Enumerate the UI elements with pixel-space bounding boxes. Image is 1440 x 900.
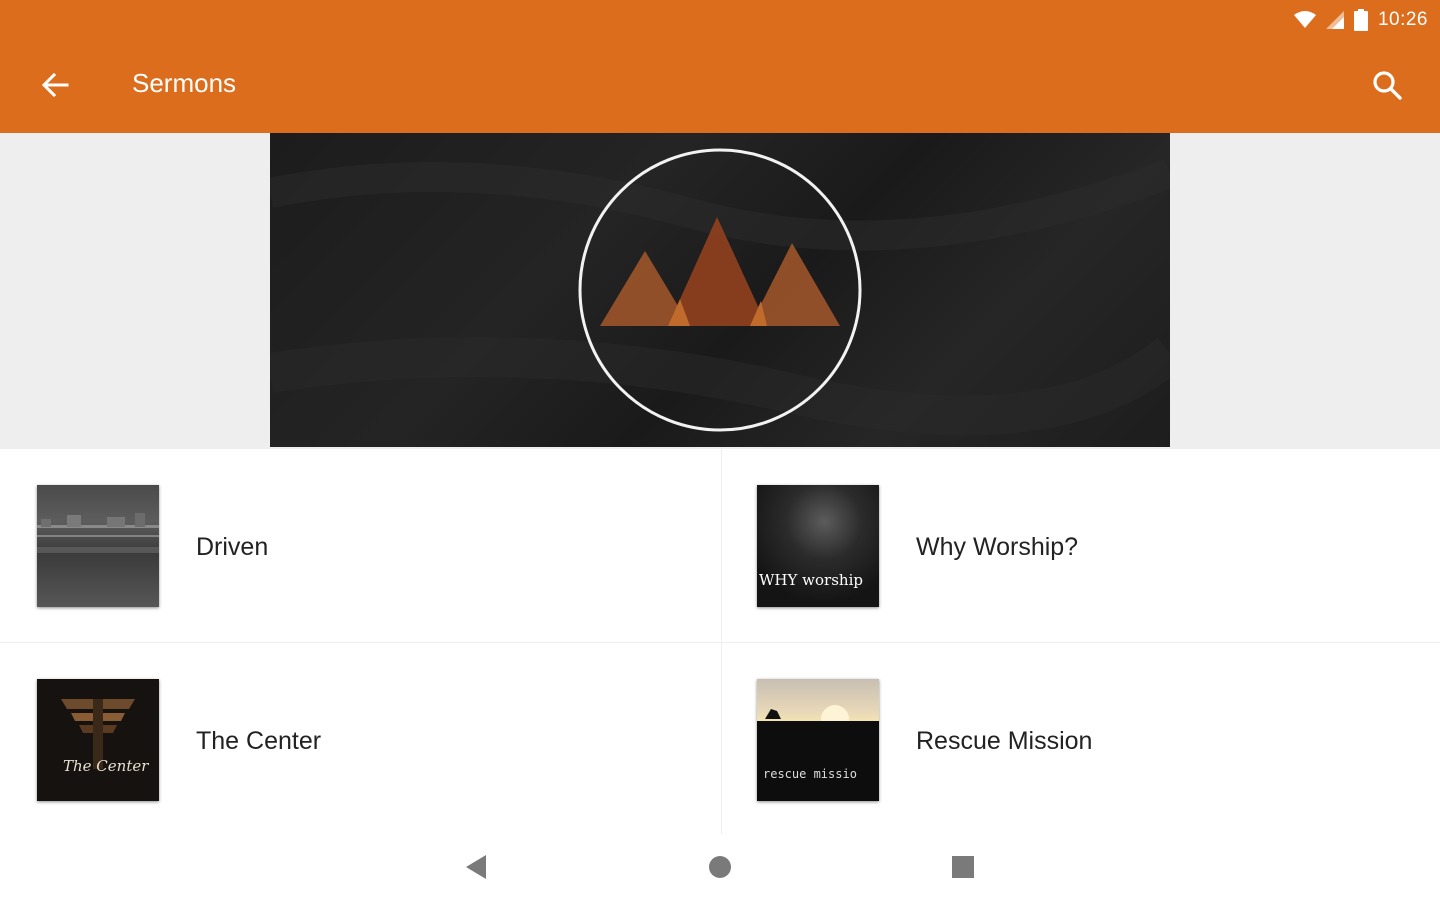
back-triangle-icon bbox=[466, 855, 486, 879]
system-nav-bar bbox=[0, 834, 1440, 900]
sermon-title: The Center bbox=[196, 727, 322, 755]
home-circle-icon bbox=[709, 856, 731, 878]
sermon-tile-why-worship[interactable]: WHY worship Why Worship? bbox=[720, 449, 1440, 642]
battery-icon bbox=[1353, 9, 1368, 31]
sermon-tile-driven[interactable]: Driven bbox=[0, 449, 720, 642]
toolbar: Sermons bbox=[0, 50, 1440, 120]
nav-back-button[interactable] bbox=[459, 850, 493, 884]
recents-square-icon bbox=[952, 856, 974, 878]
search-icon bbox=[1373, 71, 1402, 100]
back-button[interactable] bbox=[32, 62, 78, 108]
arrow-left-icon bbox=[41, 72, 69, 98]
skyline-image bbox=[37, 513, 159, 553]
sermon-thumbnail bbox=[37, 485, 159, 607]
thumbnail-caption: The Center bbox=[63, 757, 149, 775]
sermon-tile-rescue-mission[interactable]: rescue missio Rescue Mission bbox=[720, 643, 1440, 836]
thumbnail-caption: rescue missio bbox=[763, 767, 857, 781]
nav-home-button[interactable] bbox=[703, 850, 737, 884]
nav-recents-button[interactable] bbox=[946, 850, 980, 884]
signal-icon bbox=[1325, 11, 1344, 29]
wifi-icon bbox=[1293, 11, 1316, 28]
thumbnail-caption: WHY worship bbox=[759, 571, 863, 589]
sermon-thumbnail: The Center bbox=[37, 679, 159, 801]
sermon-grid: Driven WHY worship Why Worship? The Cent… bbox=[0, 449, 1440, 834]
status-time: 10:26 bbox=[1377, 9, 1428, 30]
app-screen: 10:26 Sermons Driven WHY worship Why Wor… bbox=[0, 0, 1440, 900]
banner-area bbox=[0, 133, 1440, 449]
banner-image bbox=[270, 133, 1170, 447]
sermon-title: Why Worship? bbox=[916, 533, 1079, 561]
sermon-title: Rescue Mission bbox=[916, 727, 1093, 755]
mountain-logo-icon bbox=[270, 148, 1170, 436]
sermon-thumbnail: rescue missio bbox=[757, 679, 879, 801]
search-button[interactable] bbox=[1364, 62, 1410, 108]
sermon-thumbnail: WHY worship bbox=[757, 485, 879, 607]
silhouette-image bbox=[757, 705, 879, 801]
app-bar: 10:26 Sermons bbox=[0, 0, 1440, 133]
sermon-tile-the-center[interactable]: The Center The Center bbox=[0, 643, 720, 836]
page-title: Sermons bbox=[132, 68, 237, 98]
cross-image bbox=[61, 699, 135, 769]
status-bar: 10:26 bbox=[1293, 6, 1428, 34]
sermon-title: Driven bbox=[196, 533, 269, 561]
